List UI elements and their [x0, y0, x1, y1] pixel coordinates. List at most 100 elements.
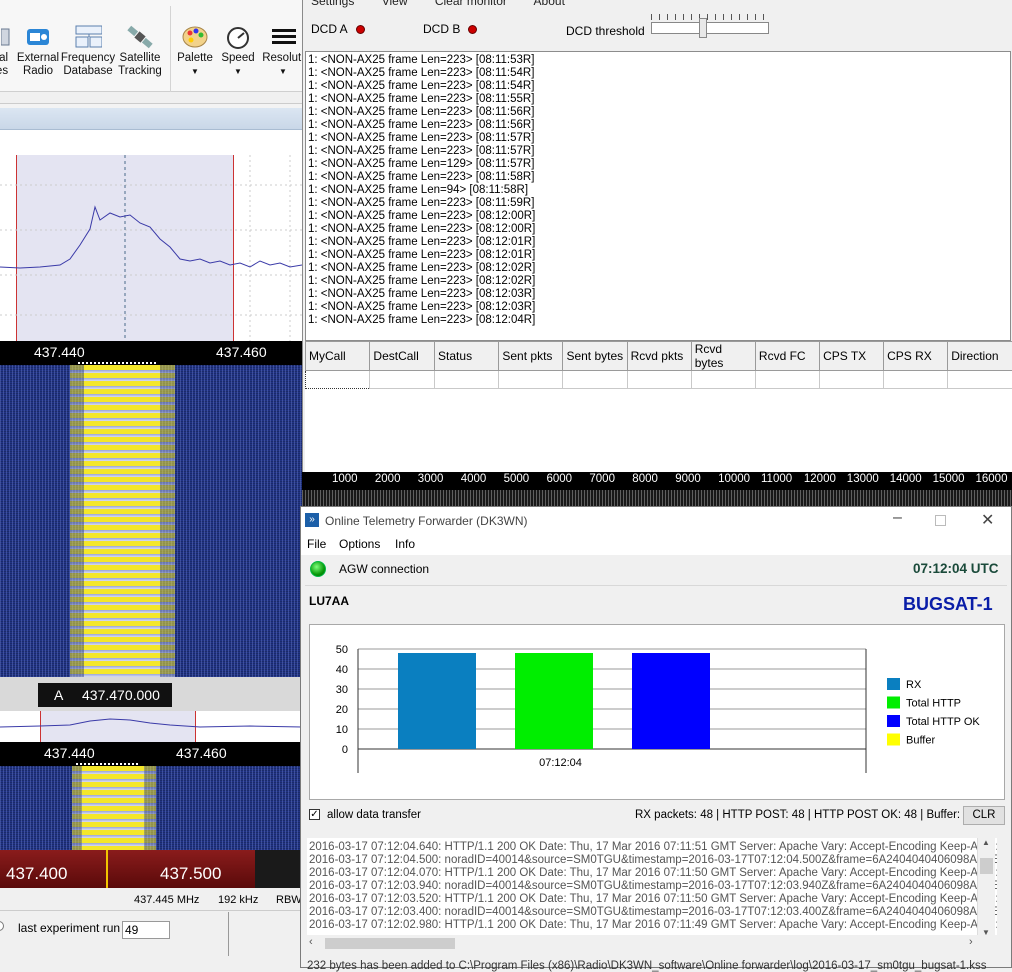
- clr-button[interactable]: CLR: [963, 806, 1005, 825]
- chart-svg: 0 10 20 30 40 50 RX Total HTTP Total HTTP OK Buff…: [336, 644, 980, 773]
- scroll-thumb[interactable]: [980, 858, 993, 874]
- speed-button[interactable]: Speed ▼: [218, 24, 258, 78]
- vfo-display[interactable]: A 437.470.000: [38, 683, 172, 707]
- dcd-a-indicator: DCD A: [311, 22, 365, 36]
- allow-transfer-label: allow data transfer: [327, 809, 421, 821]
- sdr-window: tal es External Radio Frequency Database…: [0, 0, 302, 968]
- ribbon-partial-button[interactable]: tal es: [0, 24, 12, 78]
- band-scale[interactable]: 437.400 437.500: [0, 850, 302, 888]
- menu-about[interactable]: About: [534, 0, 565, 8]
- log-line: 2016-03-17 07:12:04.070: HTTP/1.1 200 OK…: [309, 867, 997, 879]
- ruler-tick-label: 7000: [589, 473, 615, 485]
- ribbon-toolbar: tal es External Radio Frequency Database…: [0, 0, 302, 102]
- ruler-tick-label: 2000: [374, 473, 401, 485]
- ruler-tick-label: 13000: [846, 473, 879, 485]
- log-line: 1: <NON-AX25 frame Len=223> [08:11:54R]: [308, 67, 535, 79]
- column-header[interactable]: Sent bytes: [562, 341, 628, 371]
- ruler-tick-label: 1000: [332, 473, 358, 485]
- external-radio-button[interactable]: External Radio: [16, 24, 60, 78]
- table-cell[interactable]: [434, 370, 500, 389]
- ribbon-label: Satellite Tracking: [118, 52, 162, 77]
- ruler-tick-label: 8000: [632, 473, 658, 485]
- log-vertical-scrollbar[interactable]: ▲ ▼: [977, 838, 995, 942]
- scroll-left-icon[interactable]: ‹: [309, 936, 313, 948]
- log-line: 2016-03-17 07:12:03.400: noradID=40014&s…: [309, 906, 997, 918]
- forwarder-menubar: File Options Info: [301, 535, 1011, 555]
- palette-button[interactable]: Palette ▼: [174, 24, 216, 78]
- scroll-up-icon[interactable]: ▲: [982, 838, 990, 847]
- close-icon[interactable]: ✕: [981, 510, 994, 530]
- menu-clear-monitor[interactable]: Clear monitor: [435, 0, 507, 8]
- freq-label: 437.460: [176, 745, 227, 761]
- column-header[interactable]: Rcvd FC: [754, 341, 821, 371]
- status-rbw: RBW: [276, 894, 302, 906]
- log-line: 1: <NON-AX25 frame Len=223> [08:11:57R]: [308, 132, 535, 144]
- experiment-input[interactable]: [122, 921, 170, 939]
- utc-clock: 07:12:04 UTC: [913, 561, 999, 576]
- palette-icon: [181, 24, 209, 50]
- legend-swatch: [887, 733, 900, 746]
- menu-view[interactable]: View: [382, 0, 408, 8]
- scroll-right-icon[interactable]: ›: [969, 936, 973, 948]
- table-cell[interactable]: [883, 370, 949, 389]
- waterfall-display[interactable]: [0, 365, 302, 677]
- scroll-thumb[interactable]: [325, 938, 455, 949]
- experiment-radio[interactable]: [0, 921, 4, 931]
- log-line: 1: <NON-AX25 frame Len=223> [08:11:56R]: [308, 106, 535, 118]
- dcd-threshold-slider[interactable]: [651, 14, 771, 40]
- column-header[interactable]: MyCall: [304, 341, 371, 371]
- log-line: 1: <NON-AX25 frame Len=223> [08:12:02R]: [308, 262, 536, 274]
- ribbon-label: Resoluti: [262, 52, 302, 64]
- log-line: 2016-03-17 07:12:04.640: HTTP/1.1 200 OK…: [309, 841, 997, 853]
- table-cell[interactable]: [562, 370, 628, 389]
- allow-transfer-checkbox[interactable]: ✓: [309, 809, 320, 820]
- spectrum-small[interactable]: [0, 711, 302, 742]
- column-header[interactable]: Status: [434, 341, 500, 371]
- radio-icon: [24, 24, 52, 50]
- column-header[interactable]: Rcvd pkts: [626, 341, 692, 371]
- forwarder-titlebar: » Online Telemetry Forwarder (DK3WN) – ✕: [301, 507, 1011, 535]
- menu-options[interactable]: Options: [339, 537, 380, 551]
- resolution-button[interactable]: Resoluti ▼: [260, 24, 302, 78]
- minimize-icon[interactable]: –: [893, 509, 902, 527]
- column-header[interactable]: CPS RX: [883, 341, 949, 371]
- station-callsign: LU7AA: [309, 594, 350, 608]
- log-horizontal-scrollbar[interactable]: ‹ ›: [307, 935, 997, 952]
- slider-thumb[interactable]: [699, 18, 707, 38]
- http-log[interactable]: 2016-03-17 07:12:04.640: HTTP/1.1 200 OK…: [307, 838, 997, 942]
- column-header[interactable]: Direction: [947, 341, 1012, 371]
- satellite-tracking-button[interactable]: Satellite Tracking: [116, 24, 164, 78]
- vfo-name: A: [54, 687, 64, 703]
- table-cell[interactable]: [626, 370, 692, 389]
- column-header[interactable]: DestCall: [369, 341, 436, 371]
- spectrum-trace: [0, 155, 302, 341]
- menu-file[interactable]: File: [307, 537, 326, 551]
- menu-settings[interactable]: Settings: [311, 0, 354, 8]
- dcd-a-label: DCD A: [311, 22, 348, 36]
- packet-log[interactable]: 1: <NON-AX25 frame Len=223> [08:11:53R] 1…: [305, 51, 1011, 341]
- connection-table[interactable]: MyCall DestCall Status Sent pkts Sent bytes R…: [304, 341, 1012, 472]
- table-cell[interactable]: [754, 370, 821, 389]
- table-cell[interactable]: [369, 370, 436, 389]
- table-cell[interactable]: [304, 370, 371, 389]
- x-tick-label: 07:12:04: [539, 757, 582, 769]
- ruler-tick-label: 4000: [460, 473, 487, 485]
- ruler-tick-label: 6000: [546, 473, 573, 485]
- column-header[interactable]: Rcvd bytes: [690, 341, 756, 371]
- column-header[interactable]: CPS TX: [819, 341, 885, 371]
- waterfall-small[interactable]: [0, 766, 302, 850]
- passband-marker: [76, 763, 138, 765]
- tuning-cursor[interactable]: [106, 850, 108, 888]
- column-header[interactable]: Sent pkts: [498, 341, 564, 371]
- table-cell[interactable]: [498, 370, 564, 389]
- legend-label: Buffer: [906, 735, 935, 747]
- legend-swatch: [887, 715, 900, 727]
- table-cell[interactable]: [690, 370, 756, 389]
- table-cell[interactable]: [819, 370, 885, 389]
- spectrum-display[interactable]: [0, 155, 302, 341]
- frequency-database-button[interactable]: Frequency Database: [60, 24, 116, 78]
- log-line: 1: <NON-AX25 frame Len=223> [08:11:57R]: [308, 145, 535, 157]
- menu-info[interactable]: Info: [395, 537, 415, 551]
- table-cell[interactable]: [947, 370, 1012, 389]
- maximize-icon[interactable]: [935, 515, 946, 526]
